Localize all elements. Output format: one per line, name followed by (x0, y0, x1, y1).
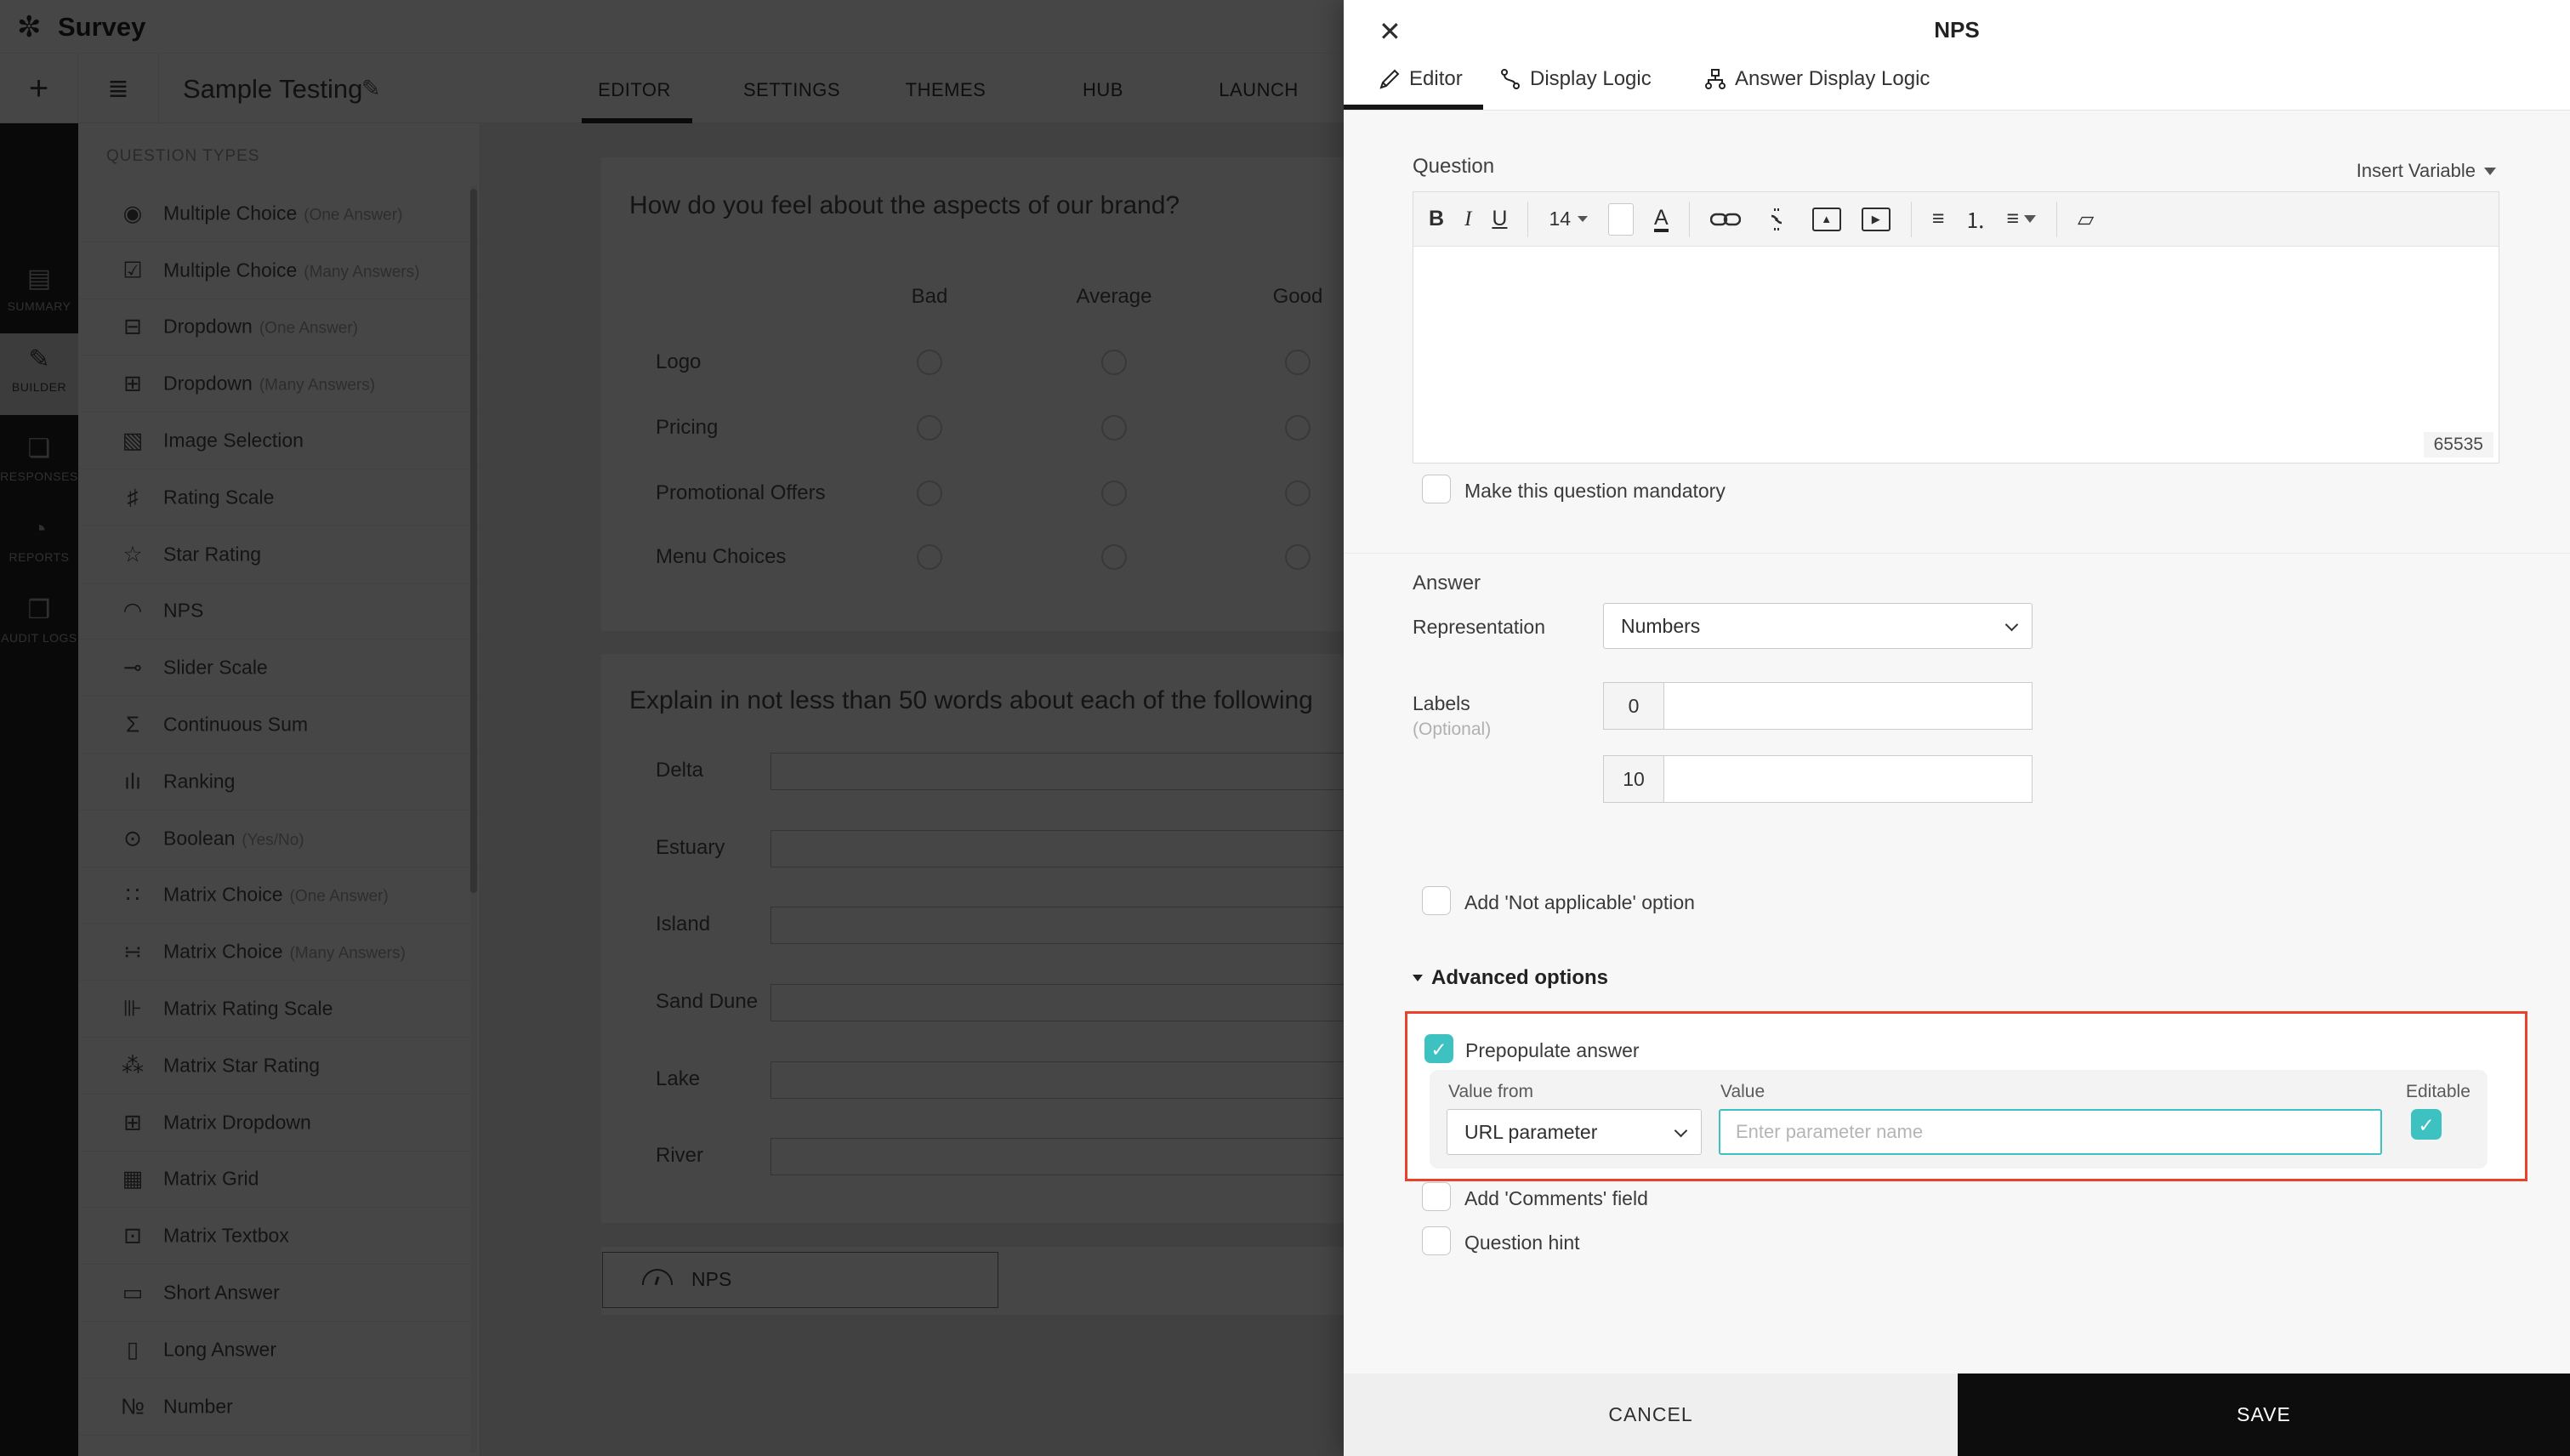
nps-editor-panel: ✕ NPS Editor Display Logic Answer Displa… (1344, 0, 2570, 1456)
panel-tab-display-logic[interactable]: Display Logic (1499, 67, 1652, 91)
chevron-down-icon (2484, 168, 2496, 175)
insert-image-button[interactable]: ▲ (1812, 208, 1841, 231)
char-counter: 65535 (2424, 432, 2493, 458)
panel-title: NPS (1344, 17, 2570, 43)
panel-tab-answer-display-logic[interactable]: Answer Display Logic (1704, 67, 1930, 91)
label-prefix-10: 10 (1603, 755, 1664, 803)
modal-dim-overlay (0, 0, 1346, 1456)
panel-tab-editor[interactable]: Editor (1379, 67, 1463, 91)
section-divider (1344, 553, 2570, 554)
toolbar-divider (1527, 202, 1528, 237)
bullet-list-button[interactable]: ≡ (1932, 207, 1945, 231)
question-hint-label: Question hint (1464, 1231, 1580, 1254)
labels-label: Labels (1413, 692, 1470, 715)
caret-down-icon (1413, 975, 1423, 981)
link-icon[interactable] (1710, 210, 1741, 229)
rte-toolbar: B I U 14 A ▲ ▶ ≡ ⒈ ≡ ▱ (1413, 192, 2499, 247)
align-icon: ≡ (2006, 207, 2019, 231)
font-size-value: 14 (1549, 208, 1571, 230)
font-size-dropdown[interactable]: 14 (1549, 208, 1588, 230)
prepopulate-config: Value from URL parameter Value Editable … (1430, 1070, 2488, 1169)
representation-value: Numbers (1621, 615, 1700, 638)
value-from-label: Value from (1448, 1082, 1533, 1102)
question-hint-checkbox[interactable] (1422, 1226, 1451, 1255)
tab-label: Answer Display Logic (1735, 67, 1930, 91)
align-dropdown[interactable]: ≡ (2006, 207, 2036, 231)
branch-icon (1499, 68, 1521, 90)
editable-label: Editable (2406, 1082, 2470, 1102)
value-from-value: URL parameter (1464, 1121, 1597, 1144)
comments-checkbox[interactable] (1422, 1182, 1451, 1211)
labels-optional: (Optional) (1413, 719, 1491, 740)
cancel-button[interactable]: CANCEL (1344, 1374, 1958, 1456)
chevron-down-icon (1674, 1124, 1688, 1138)
prepopulate-checkbox[interactable]: ✓ (1424, 1034, 1453, 1063)
question-text-area[interactable]: 65535 (1413, 247, 2499, 463)
panel-header: ✕ NPS Editor Display Logic Answer Displa… (1344, 0, 2570, 111)
panel-footer: CANCEL SAVE (1344, 1374, 2570, 1456)
rich-text-editor: B I U 14 A ▲ ▶ ≡ ⒈ ≡ ▱ 65535 (1413, 191, 2499, 464)
org-chart-icon (1704, 68, 1726, 90)
label-prefix-0: 0 (1603, 682, 1664, 730)
question-section-label: Question (1413, 155, 1494, 179)
advanced-options-label: Advanced options (1431, 966, 1608, 990)
prepopulate-label: Prepopulate answer (1465, 1039, 1640, 1062)
parameter-name-input[interactable] (1719, 1109, 2382, 1155)
label-row-10: 10 (1603, 755, 2033, 803)
italic-button[interactable]: I (1464, 208, 1471, 231)
background-color-button[interactable] (1608, 203, 1634, 236)
unlink-icon[interactable] (1761, 208, 1792, 230)
toolbar-divider (1689, 202, 1690, 237)
insert-variable-label: Insert Variable (2357, 160, 2476, 182)
comments-label: Add 'Comments' field (1464, 1187, 1648, 1210)
tab-label: Editor (1409, 67, 1463, 91)
chevron-down-icon (2024, 215, 2036, 223)
not-applicable-checkbox[interactable] (1422, 886, 1451, 915)
mandatory-label: Make this question mandatory (1464, 480, 1726, 503)
toolbar-divider (2056, 202, 2057, 237)
label-input-0[interactable] (1664, 682, 2033, 730)
answer-heading: Answer (1413, 572, 1481, 595)
pencil-icon (1379, 68, 1401, 90)
insert-variable-dropdown[interactable]: Insert Variable (2357, 160, 2496, 182)
not-applicable-label: Add 'Not applicable' option (1464, 891, 1695, 914)
tab-label: Display Logic (1530, 67, 1652, 91)
save-button[interactable]: SAVE (1958, 1374, 2570, 1456)
mandatory-checkbox[interactable] (1422, 475, 1451, 503)
label-input-10[interactable] (1664, 755, 2033, 803)
prepopulate-highlight-box: ✓ Prepopulate answer Value from URL para… (1405, 1011, 2527, 1181)
image-icon: ▲ (1821, 213, 1832, 225)
label-row-0: 0 (1603, 682, 2033, 730)
editable-checkbox[interactable]: ✓ (2411, 1109, 2442, 1140)
clear-format-button[interactable]: ▱ (2078, 207, 2094, 232)
value-label: Value (1720, 1082, 1765, 1102)
text-color-button[interactable]: A (1654, 207, 1669, 232)
chevron-down-icon (2005, 618, 2019, 632)
toolbar-divider (1911, 202, 1912, 237)
underline-button[interactable]: U (1492, 207, 1507, 231)
value-from-select[interactable]: URL parameter (1447, 1109, 1702, 1155)
chevron-down-icon (1578, 216, 1588, 222)
representation-label: Representation (1413, 616, 1545, 639)
active-panel-tab-underline (1344, 105, 1483, 110)
bold-button[interactable]: B (1429, 207, 1444, 231)
insert-video-button[interactable]: ▶ (1862, 208, 1891, 231)
numbered-list-button[interactable]: ⒈ (1964, 204, 1986, 235)
video-icon: ▶ (1872, 213, 1880, 226)
representation-select[interactable]: Numbers (1603, 603, 2033, 649)
advanced-options-toggle[interactable]: Advanced options (1413, 966, 1608, 990)
